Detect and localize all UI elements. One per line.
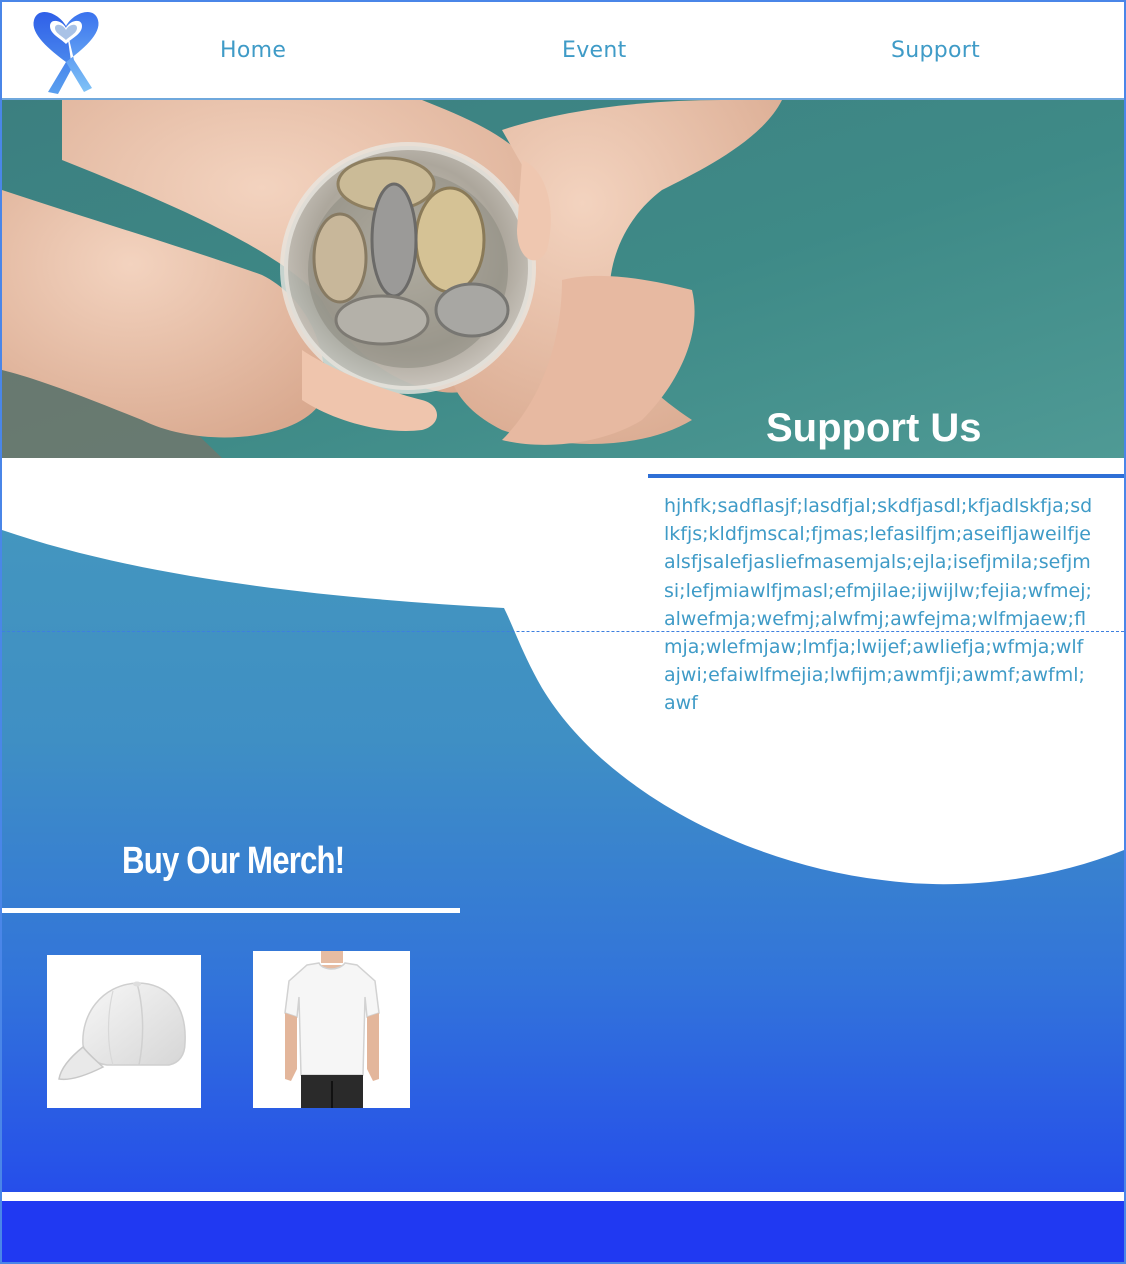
- product-tshirt-card[interactable]: [253, 951, 410, 1108]
- footer-divider: [2, 1192, 1124, 1201]
- hero-image: [2, 100, 1124, 458]
- ribbon-logo-icon[interactable]: [28, 4, 104, 96]
- cap-icon: [58, 981, 186, 1081]
- product-cap-card[interactable]: [47, 955, 201, 1108]
- dashed-guide-line: [2, 631, 1124, 632]
- page: Home Event Support Support Us hjhfk;sadf…: [0, 0, 1126, 1264]
- support-divider: [648, 474, 1124, 478]
- nav-support-link[interactable]: Support: [891, 38, 980, 63]
- nav-event-link[interactable]: Event: [562, 38, 627, 63]
- hero-title: Support Us: [766, 406, 982, 450]
- tshirt-icon: [284, 951, 380, 1108]
- nav-home-link[interactable]: Home: [220, 38, 286, 63]
- merch-divider: [2, 908, 460, 913]
- merch-title: Buy Our Merch!: [122, 840, 345, 882]
- support-body-text: hjhfk;sadflasjf;lasdfjal;skdfjasdl;kfjad…: [664, 495, 1093, 715]
- footer: [2, 1201, 1124, 1262]
- header: Home Event Support: [2, 2, 1124, 100]
